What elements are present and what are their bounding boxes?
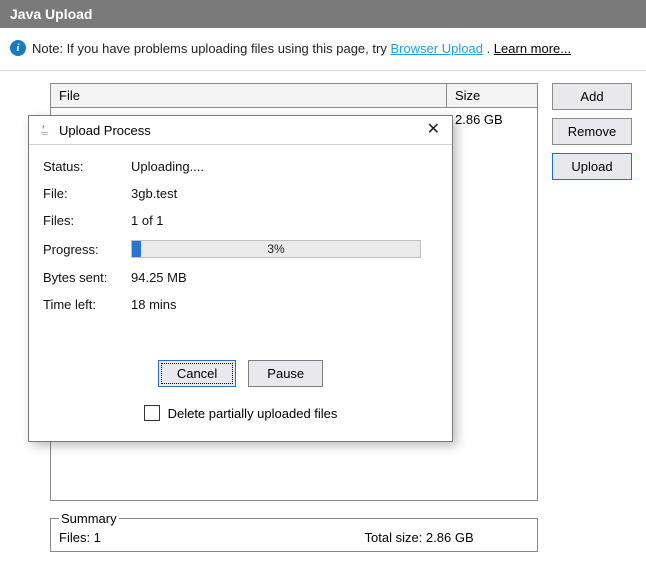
progress-label: Progress: [43,242,131,257]
upload-process-dialog: Upload Process ✕ Status: Uploading.... F… [28,115,453,442]
note-text: Note: If you have problems uploading fil… [32,41,571,56]
col-header-file[interactable]: File [51,84,447,108]
browser-upload-link[interactable]: Browser Upload [390,41,483,56]
status-value: Uploading.... [131,159,204,174]
upload-button[interactable]: Upload [552,153,632,180]
dialog-title: Upload Process [59,123,417,138]
info-icon: i [10,40,26,56]
add-button[interactable]: Add [552,83,632,110]
java-icon [37,122,53,138]
page-title-bar: Java Upload [0,0,646,28]
time-left-label: Time left: [43,297,131,312]
bytes-sent-value: 94.25 MB [131,270,187,285]
summary-panel: Summary Files: 1 Total size: 2.86 GB [50,511,538,552]
files-label: Files: [43,213,131,228]
files-value: 1 of 1 [131,213,164,228]
summary-files: Files: 1 [59,530,365,545]
pause-button[interactable]: Pause [248,360,323,387]
file-label: File: [43,186,131,201]
time-left-value: 18 mins [131,297,177,312]
summary-total-size: Total size: 2.86 GB [365,530,530,545]
delete-partial-checkbox[interactable] [144,405,160,421]
summary-legend: Summary [59,511,119,526]
note-after-link: . [487,41,494,56]
file-value: 3gb.test [131,186,177,201]
status-label: Status: [43,159,131,174]
progress-percent: 3% [132,241,420,257]
table-header: File Size [51,84,537,108]
page-title: Java Upload [10,6,92,22]
note-prefix: Note: If you have problems uploading fil… [32,41,390,56]
close-icon[interactable]: ✕ [423,120,444,140]
cell-size: 2.86 GB [447,108,537,131]
dialog-title-bar[interactable]: Upload Process ✕ [29,116,452,145]
action-button-column: Add Remove Upload [552,83,632,180]
progress-bar: 3% [131,240,421,258]
note-row: i Note: If you have problems uploading f… [0,28,646,71]
col-header-size[interactable]: Size [447,84,537,108]
bytes-sent-label: Bytes sent: [43,270,131,285]
delete-partial-label: Delete partially uploaded files [168,406,338,421]
learn-more-link[interactable]: Learn more... [494,41,571,56]
cancel-button[interactable]: Cancel [158,360,236,387]
remove-button[interactable]: Remove [552,118,632,145]
